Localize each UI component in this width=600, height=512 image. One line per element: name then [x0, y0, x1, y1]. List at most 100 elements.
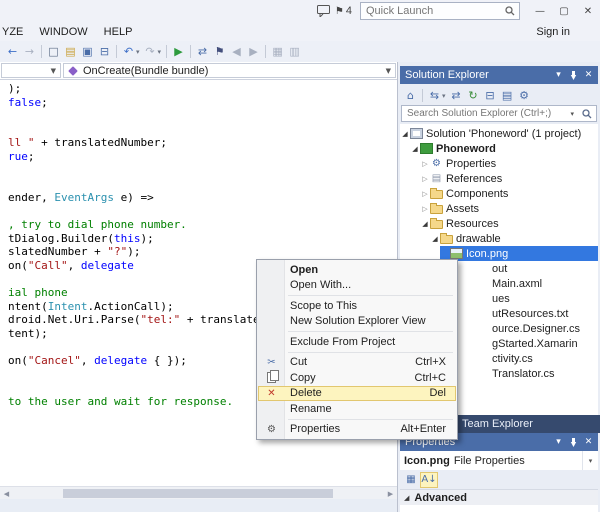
start-debug-icon[interactable]: ▶ — [170, 43, 187, 60]
save-icon[interactable]: ▣ — [79, 43, 96, 60]
menu-item-gutter — [258, 314, 285, 330]
undo-icon[interactable]: ↶ — [120, 43, 137, 60]
tree-item-label: Resources — [446, 218, 503, 230]
properties-grid — [400, 505, 598, 512]
maximize-button[interactable]: ▢ — [552, 2, 576, 20]
properties-icon[interactable]: ⚙ — [516, 87, 533, 104]
pin-icon[interactable] — [566, 67, 581, 83]
undo-caret-icon[interactable]: ▾ — [136, 48, 140, 56]
tree-item-drawable[interactable]: ◢drawable — [400, 231, 598, 246]
horizontal-scrollbar[interactable]: ◀ ▶ — [0, 486, 397, 500]
redo-icon[interactable]: ↷ — [142, 43, 159, 60]
sign-in-link[interactable]: Sign in — [536, 26, 570, 38]
quick-launch-box[interactable]: Quick Launch — [360, 2, 520, 20]
switch-views-caret-icon[interactable]: ▾ — [442, 92, 446, 100]
properties-object-selector[interactable]: Icon.png File Properties ▾ — [400, 451, 598, 471]
expander-collapsed-icon[interactable]: ▷ — [420, 175, 430, 183]
tree-item-assets[interactable]: ▷Assets — [400, 201, 598, 216]
tree-item-resources[interactable]: ◢ Resources — [400, 216, 598, 231]
menu-item-cut[interactable]: ✂CutCtrl+X — [258, 355, 456, 371]
menu-item-open-with[interactable]: Open With... — [258, 278, 456, 294]
expander-expanded-icon[interactable]: ◢ — [410, 145, 420, 153]
tab-team-explorer[interactable]: Team Explorer — [462, 418, 533, 430]
toolbar-separator — [116, 45, 117, 58]
bookmark-icon[interactable]: ⚑ — [211, 43, 228, 60]
scrollbar-thumb[interactable] — [63, 489, 333, 498]
expander-collapsed-icon[interactable]: ▷ — [420, 190, 430, 198]
comment-out-icon[interactable]: ▦ — [269, 43, 286, 60]
tree-item-content[interactable]: ▷▤References — [420, 171, 598, 186]
tree-item-content[interactable]: ▷Components — [420, 186, 598, 201]
menu-item-exclude-from-project[interactable]: Exclude From Project — [258, 334, 456, 350]
category-expander-icon[interactable]: ◢ — [404, 494, 409, 502]
alphabetical-sort-icon[interactable]: A↓ — [420, 472, 438, 488]
menu-item-delete[interactable]: ✕DeleteDel — [258, 386, 456, 402]
menu-window[interactable]: WINDOW — [31, 24, 95, 40]
tree-item-content[interactable]: ▷⚙Properties — [420, 156, 598, 171]
home-icon[interactable]: ⌂ — [402, 87, 419, 104]
close-icon[interactable]: ✕ — [581, 67, 596, 83]
refresh-icon[interactable]: ↻ — [465, 87, 482, 104]
menu-item-scope-to-this[interactable]: Scope to This — [258, 298, 456, 314]
redo-caret-icon[interactable]: ▾ — [158, 48, 162, 56]
tree-item-solution-phoneword-1-project[interactable]: ◢Solution 'Phoneword' (1 project) — [400, 126, 598, 141]
solution-explorer-toolbar: ⌂ ⇆▾⇄↻⊟▤⚙ — [400, 86, 598, 105]
solution-search-input[interactable]: Search Solution Explorer (Ctrl+;) ▾ — [401, 105, 597, 122]
menu-item-gutter — [258, 334, 285, 350]
expander-collapsed-icon[interactable]: ▷ — [420, 160, 430, 168]
tree-item-components[interactable]: ▷Components — [400, 186, 598, 201]
navigate-backward-icon[interactable]: ← — [4, 43, 21, 60]
feedback-icon[interactable] — [313, 5, 335, 17]
tree-item-references[interactable]: ▷▤References — [400, 171, 598, 186]
tree-item-phoneword[interactable]: ◢Phoneword — [400, 141, 598, 156]
categorized-icon[interactable]: ▦ — [402, 472, 420, 488]
type-dropdown[interactable]: ▼ — [1, 63, 61, 78]
scroll-left-icon[interactable]: ◀ — [0, 490, 13, 498]
expander-expanded-icon[interactable]: ◢ — [420, 220, 430, 228]
code-line — [8, 204, 397, 218]
tree-item-content[interactable]: ◢drawable — [430, 231, 598, 246]
menu-item-properties[interactable]: ⚙PropertiesAlt+Enter — [258, 422, 456, 438]
switch-views-icon[interactable]: ⇆ — [426, 87, 443, 104]
window-menu-icon[interactable]: ▾ — [551, 434, 566, 450]
method-name: OnCreate(Bundle bundle) — [83, 65, 208, 77]
chevron-down-icon[interactable]: ▾ — [582, 451, 598, 470]
navigate-forward-icon[interactable]: → — [21, 43, 38, 60]
menu-item-new-solution-explorer-view[interactable]: New Solution Explorer View — [258, 314, 456, 330]
menu-item-rename[interactable]: Rename — [258, 401, 456, 417]
notifications-flag[interactable]: ⚑ 4 — [335, 5, 352, 17]
tree-item-content[interactable]: Icon.png — [440, 246, 598, 261]
sync-with-active-document-icon[interactable]: ⇄ — [448, 87, 465, 104]
expander-expanded-icon[interactable]: ◢ — [400, 130, 410, 138]
menu-yze[interactable]: YZE — [0, 24, 31, 40]
next-bookmark-icon[interactable]: ▶ — [245, 43, 262, 60]
scroll-right-icon[interactable]: ▶ — [384, 490, 397, 498]
save-all-icon[interactable]: ⊟ — [96, 43, 113, 60]
close-icon[interactable]: ✕ — [581, 434, 596, 450]
tree-item-content[interactable]: ◢Phoneword — [410, 141, 598, 156]
menu-item-copy[interactable]: CopyCtrl+C — [258, 370, 456, 386]
tree-item-properties[interactable]: ▷⚙Properties — [400, 156, 598, 171]
menu-help[interactable]: HELP — [96, 24, 141, 40]
pin-icon[interactable] — [566, 434, 581, 450]
expander-expanded-icon[interactable]: ◢ — [430, 235, 440, 243]
collapse-all-icon[interactable]: ⊟ — [482, 87, 499, 104]
menu-item-open[interactable]: Open — [258, 262, 456, 278]
previous-bookmark-icon[interactable]: ◀ — [228, 43, 245, 60]
show-all-files-icon[interactable]: ▤ — [499, 87, 516, 104]
minimize-button[interactable]: — — [528, 2, 552, 20]
uncomment-icon[interactable]: ▥ — [286, 43, 303, 60]
method-dropdown[interactable]: OnCreate(Bundle bundle) ▼ — [63, 63, 396, 78]
chevron-down-icon[interactable]: ▾ — [566, 110, 578, 118]
advanced-category-row[interactable]: ◢ Advanced — [400, 489, 598, 506]
window-menu-icon[interactable]: ▾ — [551, 67, 566, 83]
tree-item-content[interactable]: ▷Assets — [420, 201, 598, 216]
new-file-icon[interactable]: □ — [45, 43, 62, 60]
close-button[interactable]: ✕ — [576, 2, 600, 20]
open-file-icon[interactable]: ▤ — [62, 43, 79, 60]
tree-item-content[interactable]: ◢Solution 'Phoneword' (1 project) — [400, 126, 598, 141]
tree-item-content[interactable]: ◢ Resources — [420, 216, 598, 231]
sync-icon[interactable]: ⇄ — [194, 43, 211, 60]
expander-collapsed-icon[interactable]: ▷ — [420, 205, 430, 213]
solution-explorer-header[interactable]: Solution Explorer ▾ ✕ — [400, 66, 598, 84]
